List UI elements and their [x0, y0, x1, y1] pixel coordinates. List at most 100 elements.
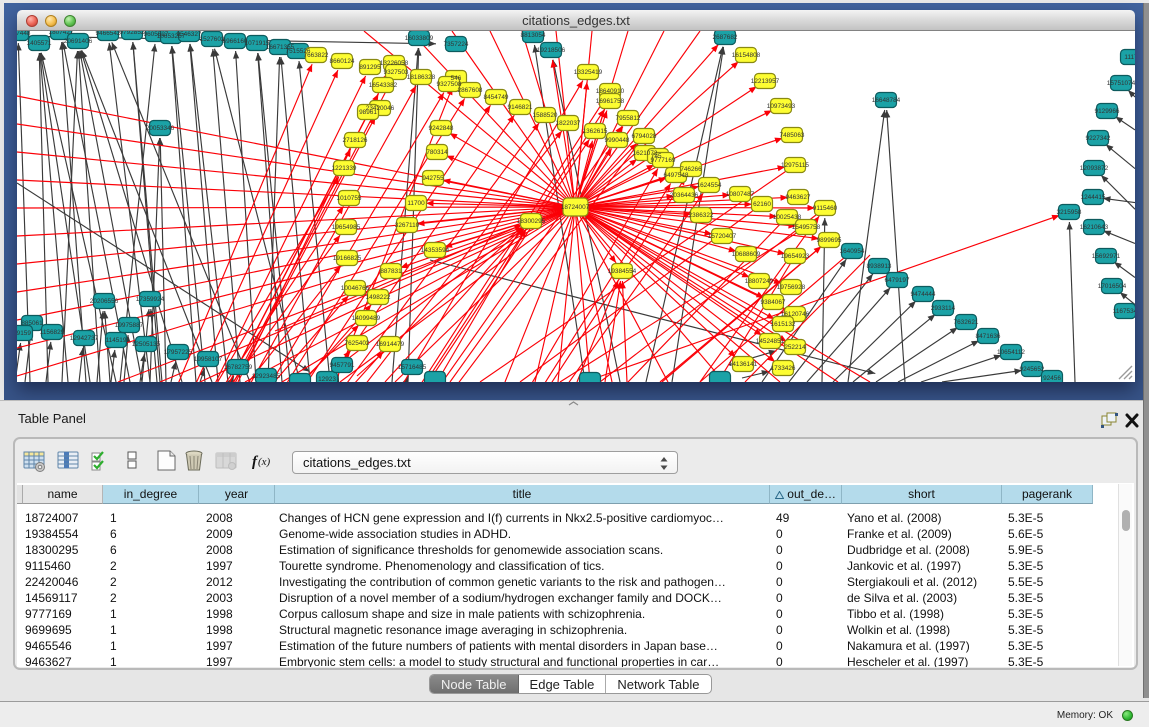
- svg-text:20053346: 20053346: [146, 125, 175, 132]
- svg-text:1733426: 1733426: [771, 365, 796, 372]
- svg-text:39159: 39159: [17, 330, 31, 337]
- svg-text:10654112: 10654112: [997, 349, 1025, 356]
- svg-text:9474444: 9474444: [911, 291, 936, 298]
- svg-text:18640910: 18640910: [596, 88, 625, 95]
- svg-text:1221339: 1221339: [332, 165, 357, 172]
- svg-text:8471636: 8471636: [976, 333, 1001, 340]
- svg-text:16914479: 16914479: [376, 341, 405, 348]
- svg-text:1615132: 1615132: [771, 321, 796, 328]
- svg-text:2687682: 2687682: [713, 34, 738, 41]
- svg-text:10046766: 10046766: [341, 285, 370, 292]
- svg-text:9129966: 9129966: [1095, 108, 1120, 115]
- svg-text:15692971: 15692971: [1092, 253, 1121, 260]
- svg-text:9792852: 9792852: [120, 31, 145, 36]
- svg-text:7625402: 7625402: [345, 340, 370, 347]
- svg-text:62160: 62160: [753, 201, 771, 208]
- svg-text:19958107: 19958107: [194, 356, 223, 363]
- svg-text:16543382: 16543382: [369, 82, 398, 89]
- svg-text:9242848: 9242848: [429, 125, 454, 132]
- svg-text:8454749: 8454749: [484, 94, 509, 101]
- svg-text:20364436: 20364436: [670, 192, 699, 199]
- svg-text:9546327: 9546327: [177, 31, 202, 38]
- svg-text:1362615: 1362615: [583, 128, 608, 135]
- svg-text:19654985: 19654985: [332, 224, 361, 231]
- svg-text:9146821: 9146821: [508, 104, 533, 111]
- svg-text:12923485: 12923485: [252, 373, 281, 380]
- svg-text:16782759: 16782759: [224, 364, 253, 371]
- svg-text:16210643: 16210643: [1080, 224, 1109, 231]
- svg-text:1624554: 1624554: [697, 182, 722, 189]
- svg-text:3215958: 3215958: [1057, 209, 1082, 216]
- svg-text:1498222: 1498222: [366, 294, 391, 301]
- svg-text:7632621: 7632621: [954, 319, 979, 326]
- svg-text:16033809: 16033809: [405, 35, 434, 42]
- svg-text:1640954: 1640954: [840, 248, 865, 255]
- svg-text:7485063: 7485063: [780, 132, 805, 139]
- svg-text:9327503: 9327503: [384, 69, 409, 76]
- svg-text:887831: 887831: [380, 268, 402, 275]
- svg-text:19384554: 19384554: [608, 268, 637, 275]
- svg-text:9777169: 9777169: [651, 157, 676, 164]
- svg-text:1117: 1117: [1124, 54, 1135, 61]
- svg-text:98961: 98961: [359, 109, 377, 116]
- svg-text:92456: 92456: [1043, 375, 1061, 382]
- svg-text:8938913: 8938913: [867, 263, 892, 270]
- svg-text:14099489: 14099489: [352, 315, 381, 322]
- svg-text:1807427: 1807427: [49, 31, 74, 36]
- svg-text:15716485: 15716485: [398, 364, 427, 371]
- svg-text:13226058: 13226058: [380, 60, 409, 67]
- svg-text:9990448: 9990448: [605, 137, 630, 144]
- svg-text:1405571: 1405571: [27, 40, 52, 47]
- svg-text:1244415: 1244415: [1081, 194, 1106, 201]
- svg-text:9466542: 9466542: [96, 31, 121, 37]
- svg-text:9384067: 9384067: [761, 299, 786, 306]
- svg-text:12975115: 12975115: [781, 162, 809, 169]
- svg-text:2867608: 2867608: [458, 87, 483, 94]
- svg-text:1167534: 1167534: [1113, 308, 1135, 315]
- svg-text:1827448: 1827448: [17, 31, 31, 37]
- svg-text:15495758: 15495758: [792, 224, 821, 231]
- svg-text:1527602: 1527602: [200, 36, 225, 43]
- svg-text:891295: 891295: [359, 64, 381, 71]
- svg-text:7357224: 7357224: [444, 41, 469, 48]
- svg-text:16961758: 16961758: [596, 98, 625, 105]
- svg-text:18300295: 18300295: [517, 218, 546, 225]
- svg-text:7663822: 7663822: [304, 52, 329, 59]
- svg-text:(x): (x): [258, 456, 271, 468]
- svg-text:6479197: 6479197: [885, 277, 910, 284]
- svg-text:12942737: 12942737: [70, 335, 99, 342]
- svg-text:1822037: 1822037: [556, 120, 581, 127]
- svg-text:18186328: 18186328: [407, 74, 436, 81]
- svg-text:10025438: 10025438: [773, 214, 802, 221]
- svg-text:9899695: 9899695: [817, 237, 842, 244]
- svg-text:885061: 885061: [21, 320, 43, 327]
- svg-text:746266: 746266: [680, 166, 702, 173]
- svg-text:1588520: 1588520: [533, 112, 558, 119]
- svg-text:20206556: 20206556: [90, 298, 119, 305]
- svg-text:12923: 12923: [318, 376, 336, 382]
- svg-text:18724007: 18724007: [561, 204, 590, 211]
- svg-text:16154808: 16154808: [732, 52, 761, 59]
- svg-text:3267110: 3267110: [395, 222, 420, 229]
- svg-text:14524851: 14524851: [756, 338, 785, 345]
- svg-text:19654923: 19654923: [781, 253, 810, 260]
- svg-text:17359924: 17359924: [136, 296, 165, 303]
- svg-text:17016504: 17016504: [1098, 283, 1127, 290]
- svg-text:9227342: 9227342: [1086, 135, 1111, 142]
- svg-text:1156829: 1156829: [40, 329, 65, 336]
- svg-text:1010755: 1010755: [337, 195, 362, 202]
- svg-text:10973493: 10973493: [767, 103, 796, 110]
- svg-text:9463627: 9463627: [786, 194, 811, 201]
- svg-text:16648784: 16648784: [872, 97, 901, 104]
- svg-text:19975887: 19975887: [115, 322, 144, 329]
- svg-text:2933114: 2933114: [931, 305, 956, 312]
- svg-text:15751074: 15751074: [1107, 80, 1135, 87]
- svg-text:252214: 252214: [784, 344, 806, 351]
- svg-text:114519: 114519: [106, 337, 127, 344]
- svg-text:16120746: 16120746: [781, 311, 810, 318]
- svg-text:19218506: 19218506: [537, 47, 566, 54]
- svg-text:2718126: 2718126: [343, 137, 368, 144]
- svg-text:10807487: 10807487: [726, 191, 755, 198]
- svg-text:12213957: 12213957: [751, 78, 780, 85]
- svg-text:780314: 780314: [426, 149, 448, 156]
